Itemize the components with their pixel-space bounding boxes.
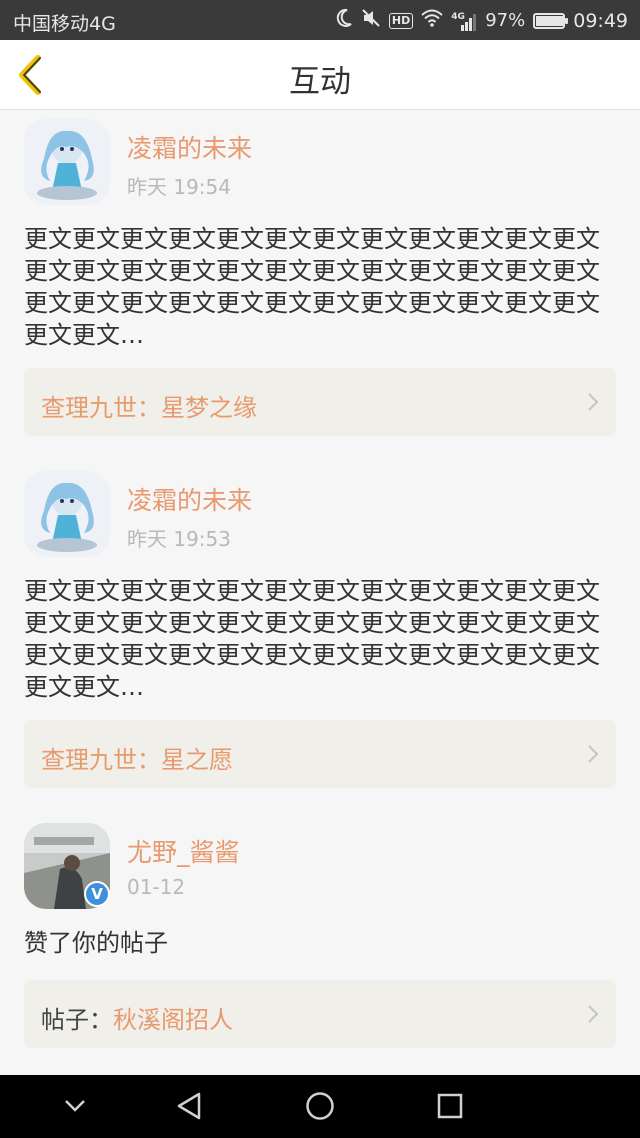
- app-header: 互动: [0, 40, 640, 110]
- reference-prefix: 帖子：: [41, 1006, 113, 1034]
- reference-name: 秋溪阁招人: [113, 1006, 233, 1034]
- timestamp: 昨天 19:53: [127, 527, 231, 551]
- reference-card[interactable]: 查理九世：星之愿: [24, 720, 616, 788]
- wifi-icon: [421, 9, 443, 33]
- feed-item[interactable]: 凌霜的未来 昨天 19:54 更文更文更文更文更文更文更文更文更文更文更文更文更…: [0, 111, 640, 463]
- moon-icon: [335, 8, 353, 34]
- message-content: 更文更文更文更文更文更文更文更文更文更文更文更文更文更文更文更文更文更文更文更文…: [24, 577, 600, 701]
- collapse-button[interactable]: [40, 1075, 110, 1138]
- status-icons: HD 4G 97% 09:49: [335, 8, 628, 34]
- recents-button[interactable]: [415, 1075, 485, 1138]
- message-content: 更文更文更文更文更文更文更文更文更文更文更文更文更文更文更文更文更文更文更文更文…: [24, 225, 600, 349]
- timestamp: 昨天 19:54: [127, 175, 231, 199]
- feed-item[interactable]: 凌霜的未来 昨天 19:53 更文更文更文更文更文更文更文更文更文更文更文更文更…: [0, 463, 640, 815]
- reference-title: 查理九世：星之愿: [41, 746, 233, 774]
- feed-item[interactable]: V 尤野_酱酱 01-12 赞了你的帖子 帖子：秋溪阁招人: [0, 815, 640, 1075]
- mute-icon: [361, 8, 381, 34]
- battery-icon: [533, 13, 569, 29]
- chevron-right-icon: [588, 1005, 599, 1023]
- page-title: 互动: [289, 64, 351, 100]
- triangle-back-icon: [177, 1092, 201, 1120]
- clock: 09:49: [573, 10, 628, 32]
- home-button[interactable]: [285, 1075, 355, 1138]
- square-recents-icon: [437, 1093, 463, 1119]
- carrier-label: 中国移动4G: [13, 13, 116, 35]
- interaction-feed: 凌霜的未来 昨天 19:54 更文更文更文更文更文更文更文更文更文更文更文更文更…: [0, 111, 640, 1075]
- user-name[interactable]: 凌霜的未来: [127, 129, 252, 165]
- reference-card[interactable]: 查理九世：星梦之缘: [24, 368, 616, 436]
- user-name[interactable]: 凌霜的未来: [127, 481, 252, 517]
- avatar[interactable]: [24, 471, 110, 557]
- back-nav-button[interactable]: [155, 1075, 225, 1138]
- reference-card[interactable]: 帖子：秋溪阁招人: [24, 980, 616, 1048]
- status-bar: 中国移动4G HD 4G 97% 09:49: [0, 0, 640, 40]
- home-circle-icon: [306, 1092, 334, 1120]
- timestamp: 01-12: [127, 875, 186, 899]
- chevron-right-icon: [588, 393, 599, 411]
- message-content: 赞了你的帖子: [24, 929, 168, 957]
- hd-badge: HD: [388, 13, 414, 29]
- verified-badge: V: [84, 881, 110, 907]
- reference-title: 帖子：秋溪阁招人: [41, 1000, 233, 1035]
- reference-title: 查理九世：星梦之缘: [41, 394, 257, 422]
- battery-percent: 97%: [485, 10, 526, 31]
- system-nav-bar: [0, 1075, 640, 1138]
- avatar[interactable]: [24, 119, 110, 205]
- chevron-right-icon: [588, 745, 599, 763]
- chevron-down-icon: [65, 1100, 85, 1112]
- user-name[interactable]: 尤野_酱酱: [127, 833, 240, 869]
- avatar[interactable]: V: [24, 823, 110, 909]
- signal-icon: 4G: [451, 10, 477, 32]
